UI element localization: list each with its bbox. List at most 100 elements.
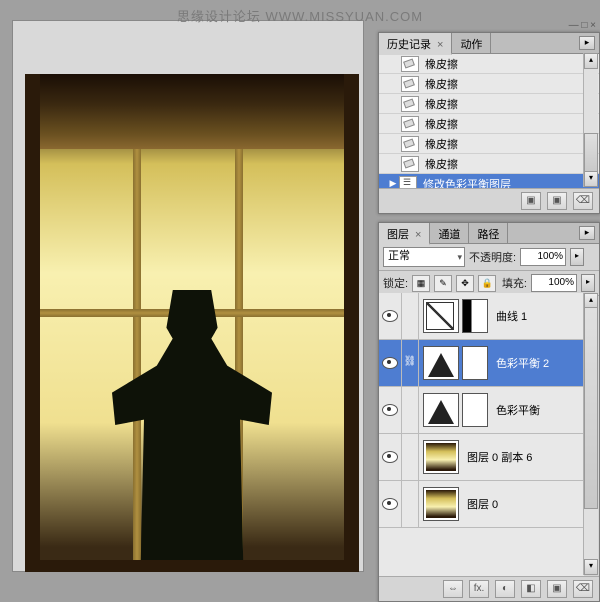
fill-input[interactable]: 100% (531, 274, 577, 292)
history-item[interactable]: 橡皮擦 (379, 154, 599, 174)
history-tabs: 历史记录× 动作 ▸ (379, 33, 599, 54)
layer-mask-thumb[interactable] (462, 393, 488, 427)
footer-button[interactable]: fx. (469, 580, 489, 598)
lock-position-icon[interactable]: ✥ (456, 275, 474, 292)
fill-label: 填充: (502, 275, 527, 291)
history-item-label: 橡皮擦 (425, 136, 458, 152)
eye-icon (382, 310, 398, 322)
close-icon[interactable]: × (437, 39, 443, 51)
history-item-label: 橡皮擦 (425, 56, 458, 72)
link-col[interactable] (402, 387, 419, 433)
layer-thumb[interactable] (423, 487, 459, 521)
visibility-toggle[interactable] (379, 293, 402, 339)
layer-name-label[interactable]: 图层 0 (467, 496, 498, 512)
link-col[interactable] (402, 293, 419, 339)
eraser-icon (401, 156, 419, 172)
history-item[interactable]: 橡皮擦 (379, 134, 599, 154)
scroll-down-icon[interactable]: ▾ (584, 171, 598, 187)
scroll-thumb[interactable] (584, 133, 598, 173)
history-item-label: 橡皮擦 (425, 116, 458, 132)
layer-thumb[interactable] (423, 346, 459, 380)
layer-name-label[interactable]: 曲线 1 (496, 308, 527, 324)
link-col[interactable]: ⛓ (402, 340, 419, 386)
blend-mode-select[interactable]: 正常 (383, 247, 465, 267)
history-list[interactable]: 橡皮擦橡皮擦橡皮擦橡皮擦橡皮擦橡皮擦▶修改色彩平衡图层 (379, 54, 599, 188)
history-item-label: 橡皮擦 (425, 76, 458, 92)
layer-thumb[interactable] (423, 299, 459, 333)
footer-button[interactable]: ▣ (547, 192, 567, 210)
visibility-toggle[interactable] (379, 481, 402, 527)
layers-scrollbar[interactable]: ▴ ▾ (583, 293, 598, 575)
layer-item[interactable]: 曲线 1 (379, 293, 584, 340)
history-panel: 历史记录× 动作 ▸ 橡皮擦橡皮擦橡皮擦橡皮擦橡皮擦橡皮擦▶修改色彩平衡图层 ▴… (378, 32, 600, 214)
layer-thumb[interactable] (423, 393, 459, 427)
history-scrollbar[interactable]: ▴ ▾ (583, 53, 598, 187)
opacity-input[interactable]: 100% (520, 248, 566, 266)
footer-button[interactable]: ⇔ (443, 580, 463, 598)
opacity-flyout-icon[interactable]: ▸ (570, 248, 584, 266)
lock-all-icon[interactable]: 🔒 (478, 275, 496, 292)
layer-name-label[interactable]: 色彩平衡 (496, 402, 540, 418)
visibility-toggle[interactable] (379, 434, 402, 480)
tab-layers[interactable]: 图层× (379, 223, 430, 245)
layer-item[interactable]: 图层 0 (379, 481, 584, 528)
watermark-text: 思缘设计论坛 WWW.MISSYUAN.COM (177, 6, 423, 25)
footer-button[interactable]: ◧ (521, 580, 541, 598)
footer-button[interactable]: ⌫ (573, 580, 593, 598)
layer-item[interactable]: ⛓ 色彩平衡 2 (379, 340, 584, 387)
document-canvas[interactable] (12, 20, 364, 572)
eraser-icon (401, 56, 419, 72)
visibility-toggle[interactable] (379, 340, 402, 386)
tab-history[interactable]: 历史记录× (379, 33, 452, 55)
layer-item[interactable]: 色彩平衡 (379, 387, 584, 434)
history-footer: ▣ ▣ ⌫ (379, 188, 599, 213)
layer-options-row: 正常 不透明度: 100% ▸ (379, 244, 599, 271)
history-item[interactable]: 橡皮擦 (379, 94, 599, 114)
layer-thumb[interactable] (423, 440, 459, 474)
layer-name-label[interactable]: 图层 0 副本 6 (467, 449, 532, 465)
history-item-label: 修改色彩平衡图层 (423, 176, 511, 189)
layer-item[interactable]: 图层 0 副本 6 (379, 434, 584, 481)
tab-actions[interactable]: 动作 (452, 33, 491, 53)
history-item[interactable]: 橡皮擦 (379, 74, 599, 94)
panel-menu-icon[interactable]: ▸ (579, 226, 595, 240)
opacity-label: 不透明度: (469, 249, 516, 265)
history-item[interactable]: ▶修改色彩平衡图层 (379, 174, 599, 188)
lock-pixels-icon[interactable]: ✎ (434, 275, 452, 292)
link-col[interactable] (402, 434, 419, 480)
footer-button[interactable]: ▣ (547, 580, 567, 598)
adjust-icon (399, 176, 417, 189)
history-item-label: 橡皮擦 (425, 156, 458, 172)
tab-paths[interactable]: 路径 (469, 223, 508, 243)
footer-button[interactable]: ⌫ (573, 192, 593, 210)
layer-mask-thumb[interactable] (462, 346, 488, 380)
photo-image (25, 74, 359, 572)
layer-list[interactable]: 曲线 1 ⛓ 色彩平衡 2 色彩平衡图层 0 副本 6 图层 0 (379, 293, 584, 577)
fill-flyout-icon[interactable]: ▸ (581, 274, 595, 292)
eye-icon (382, 404, 398, 416)
history-item-label: 橡皮擦 (425, 96, 458, 112)
eraser-icon (401, 136, 419, 152)
layers-panel: 图层× 通道 路径 ▸ 正常 不透明度: 100% ▸ 锁定: ▦ ✎ ✥ 🔒 … (378, 222, 600, 602)
visibility-toggle[interactable] (379, 387, 402, 433)
eraser-icon (401, 76, 419, 92)
layers-footer: ⇔ fx. ◐ ◧ ▣ ⌫ (379, 576, 599, 601)
lock-transparency-icon[interactable]: ▦ (412, 275, 430, 292)
tab-channels[interactable]: 通道 (430, 223, 469, 243)
close-icon[interactable]: × (415, 229, 421, 241)
history-item[interactable]: 橡皮擦 (379, 114, 599, 134)
scroll-up-icon[interactable]: ▴ (584, 53, 598, 69)
eraser-icon (401, 116, 419, 132)
scroll-down-icon[interactable]: ▾ (584, 559, 598, 575)
scroll-thumb[interactable] (584, 307, 598, 509)
eye-icon (382, 451, 398, 463)
eye-icon (382, 498, 398, 510)
footer-button[interactable]: ▣ (521, 192, 541, 210)
panel-menu-icon[interactable]: ▸ (579, 36, 595, 50)
layer-mask-thumb[interactable] (462, 299, 488, 333)
layer-name-label[interactable]: 色彩平衡 2 (496, 355, 549, 371)
history-item[interactable]: 橡皮擦 (379, 54, 599, 74)
link-col[interactable] (402, 481, 419, 527)
footer-button[interactable]: ◐ (495, 580, 515, 598)
lock-label: 锁定: (383, 275, 408, 291)
